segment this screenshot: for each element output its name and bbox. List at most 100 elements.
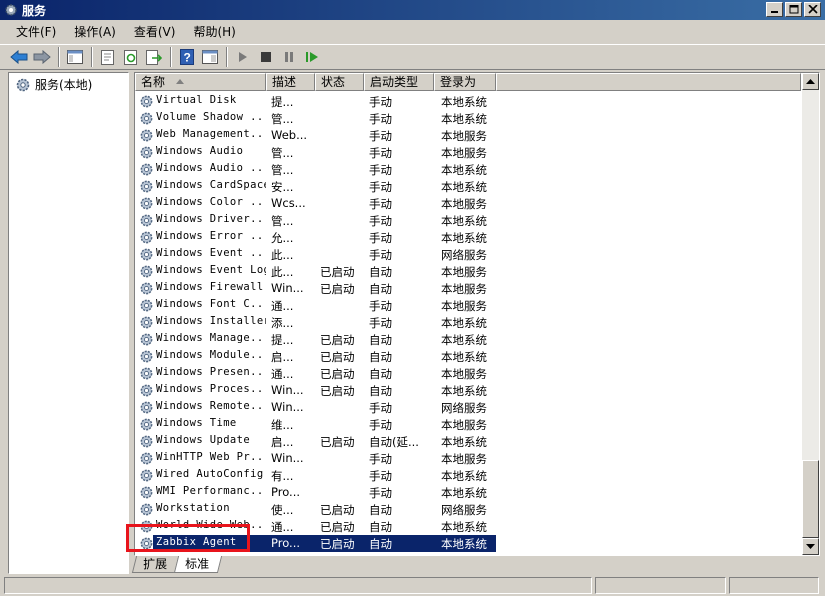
view-button[interactable]: [199, 46, 221, 68]
view-tabs: 扩展 标准: [131, 556, 223, 574]
title-bar[interactable]: 服务: [0, 0, 825, 20]
table-row[interactable]: Workstation 使... 已启动 自动 网络服务: [135, 501, 801, 518]
service-rows: Virtual Disk 提... 手动 本地系统 Volume Shadow ... 管…: [135, 93, 801, 552]
cell-name: Windows Installer: [156, 315, 266, 327]
cell-startup: 自动(延...: [369, 435, 419, 449]
table-row[interactable]: Windows Event ... 此... 手动 网络服务: [135, 246, 801, 263]
cell-logon: 网络服务: [441, 248, 487, 262]
table-row[interactable]: Windows Proces... Win... 已启动 自动 本地系统: [135, 382, 801, 399]
table-row[interactable]: Windows Presen... 通... 已启动 自动 本地服务: [135, 365, 801, 382]
table-row[interactable]: Web Management... Web... 手动 本地服务: [135, 127, 801, 144]
tab-extended[interactable]: 扩展: [131, 556, 181, 573]
properties-button[interactable]: [97, 46, 119, 68]
column-header-status[interactable]: 状态: [315, 73, 364, 91]
forward-arrow-icon: [33, 50, 51, 64]
cell-logon: 本地系统: [441, 95, 487, 109]
tree-item-services-local[interactable]: 服务(本地): [15, 76, 92, 93]
cell-state: 已启动: [320, 333, 355, 347]
scroll-down-button[interactable]: [802, 538, 819, 555]
cell-startup: 手动: [369, 231, 392, 245]
menu-action[interactable]: 操作(A): [66, 23, 126, 41]
table-row[interactable]: Windows Driver... 管... 手动 本地系统: [135, 212, 801, 229]
column-header-description[interactable]: 描述: [266, 73, 315, 91]
cell-startup: 自动: [369, 520, 392, 534]
table-row[interactable]: Windows Font C... 通... 手动 本地服务: [135, 297, 801, 314]
cell-desc: 提...: [271, 95, 294, 109]
tab-standard[interactable]: 标准: [173, 556, 223, 573]
column-header-filler: [496, 73, 801, 91]
menu-view[interactable]: 查看(V): [126, 23, 186, 41]
cell-startup: 手动: [369, 112, 392, 126]
table-row[interactable]: WMI Performanc... Pro... 手动 本地系统: [135, 484, 801, 501]
cell-startup: 手动: [369, 418, 392, 432]
export-list-button[interactable]: [143, 46, 165, 68]
cell-startup: 自动: [369, 265, 392, 279]
console-tree-icon: [67, 50, 83, 64]
cell-desc: 通...: [271, 299, 294, 313]
forward-button[interactable]: [31, 46, 53, 68]
table-row[interactable]: Windows CardSpace 安... 手动 本地系统: [135, 178, 801, 195]
cell-logon: 本地服务: [441, 197, 487, 211]
cell-logon: 本地服务: [441, 129, 487, 143]
cell-logon: 本地系统: [441, 180, 487, 194]
cell-startup: 自动: [369, 367, 392, 381]
scroll-up-button[interactable]: [802, 73, 819, 90]
cell-desc: Win...: [271, 383, 304, 397]
table-row[interactable]: Windows Module... 启... 已启动 自动 本地系统: [135, 348, 801, 365]
gear-icon: [140, 146, 153, 159]
cell-desc: 此...: [271, 248, 294, 262]
cell-logon: 本地系统: [441, 214, 487, 228]
menu-help[interactable]: 帮助(H): [185, 23, 245, 41]
gear-icon: [5, 4, 17, 16]
tab-label: 扩展: [143, 557, 168, 571]
cell-logon: 网络服务: [441, 503, 487, 517]
cell-startup: 自动: [369, 333, 392, 347]
table-row[interactable]: Windows Error ... 允... 手动 本地系统: [135, 229, 801, 246]
scroll-thumb[interactable]: [802, 460, 819, 538]
table-row[interactable]: Windows Color ... Wcs... 手动 本地服务: [135, 195, 801, 212]
vertical-scrollbar[interactable]: [802, 73, 819, 555]
help-button[interactable]: ?: [176, 46, 198, 68]
table-row[interactable]: Windows Audio ... 管... 手动 本地系统: [135, 161, 801, 178]
table-row[interactable]: Windows Manage... 提... 已启动 自动 本地系统: [135, 331, 801, 348]
column-header-name[interactable]: 名称: [135, 73, 266, 91]
gear-icon: [140, 486, 153, 499]
table-row[interactable]: Wired AutoConfig 有... 手动 本地系统: [135, 467, 801, 484]
table-row[interactable]: Windows Firewall Win... 已启动 自动 本地服务: [135, 280, 801, 297]
cell-desc: Pro...: [271, 485, 301, 499]
stop-service-button[interactable]: [255, 46, 277, 68]
column-header-log-on-as[interactable]: 登录为: [434, 73, 496, 91]
table-row[interactable]: Windows Time 维... 手动 本地服务: [135, 416, 801, 433]
cell-desc: 管...: [271, 112, 294, 126]
menu-file[interactable]: 文件(F): [8, 23, 66, 41]
table-row[interactable]: Volume Shadow ... 管... 手动 本地系统: [135, 110, 801, 127]
back-button[interactable]: [8, 46, 30, 68]
minimize-button[interactable]: [766, 2, 783, 17]
pause-service-button[interactable]: [278, 46, 300, 68]
table-row[interactable]: Windows Remote... Win... 手动 网络服务: [135, 399, 801, 416]
close-button[interactable]: [804, 2, 821, 17]
cell-desc: 启...: [271, 435, 294, 449]
maximize-button[interactable]: [785, 2, 802, 17]
restart-service-button[interactable]: [301, 46, 323, 68]
table-row[interactable]: Windows Installer 添... 手动 本地系统: [135, 314, 801, 331]
refresh-button[interactable]: [120, 46, 142, 68]
gear-icon: [140, 248, 153, 261]
column-header-startup-type[interactable]: 启动类型: [364, 73, 434, 91]
cell-startup: 手动: [369, 299, 392, 313]
toolbar-separator: [170, 47, 172, 67]
table-row[interactable]: Windows Event Log 此... 已启动 自动 本地服务: [135, 263, 801, 280]
table-row[interactable]: Windows Audio 管... 手动 本地服务: [135, 144, 801, 161]
table-row[interactable]: Windows Update 启... 已启动 自动(延... 本地系统: [135, 433, 801, 450]
cell-desc: 使...: [271, 503, 294, 517]
table-row[interactable]: Virtual Disk 提... 手动 本地系统: [135, 93, 801, 110]
start-service-button[interactable]: [232, 46, 254, 68]
show-hide-tree-button[interactable]: [64, 46, 86, 68]
close-icon: [808, 5, 818, 14]
cell-startup: 手动: [369, 452, 392, 466]
gear-icon: [140, 129, 153, 142]
cell-startup: 手动: [369, 129, 392, 143]
cell-state: 已启动: [320, 282, 355, 296]
cell-name: Virtual Disk: [156, 94, 237, 106]
table-row[interactable]: WinHTTP Web Pr... Win... 手动 本地服务: [135, 450, 801, 467]
